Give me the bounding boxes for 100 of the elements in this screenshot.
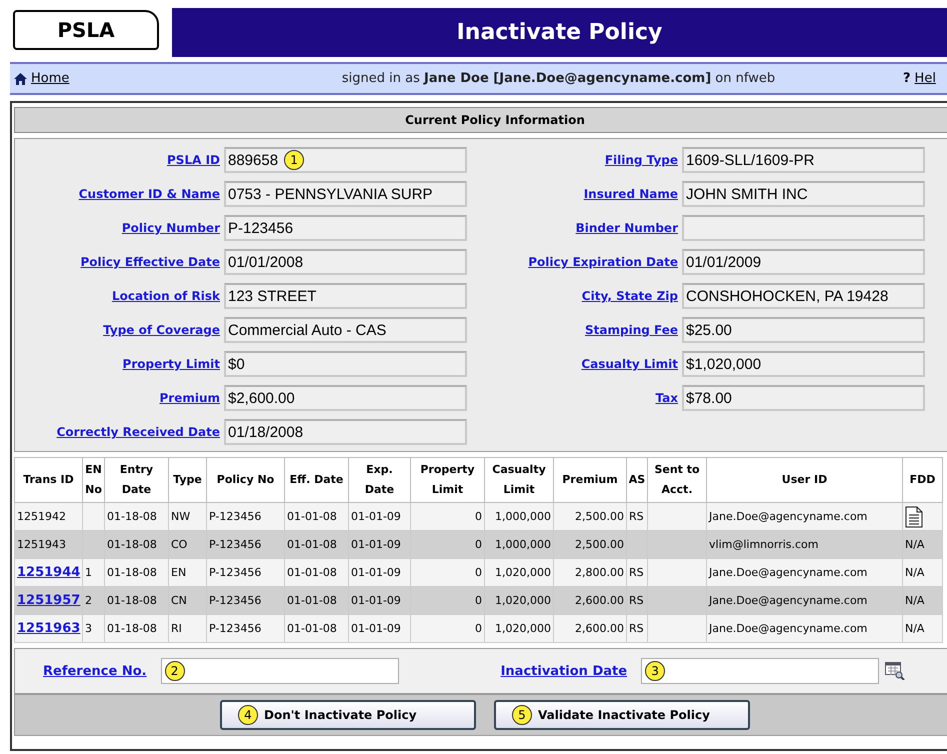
table-cell: N/A: [902, 558, 942, 586]
field-label-link[interactable]: Property Limit: [122, 357, 220, 371]
column-header: Property Limit: [410, 458, 484, 502]
column-header: FDD: [902, 458, 942, 502]
field-value: $78.00: [686, 390, 732, 406]
field-value: 01/18/2008: [228, 424, 304, 440]
reference-input[interactable]: 2: [160, 658, 399, 684]
field-label-link[interactable]: Policy Number: [122, 221, 220, 235]
field-value: 01/01/2008: [228, 254, 304, 270]
table-cell: Jane.Doe@agencyname.com: [706, 614, 902, 642]
table-cell: [82, 502, 104, 530]
trans-id-link[interactable]: 1251944: [17, 565, 80, 580]
table-cell: 01-01-09: [348, 558, 410, 586]
table-cell: 1,020,000: [484, 558, 554, 586]
table-cell: 01-01-08: [284, 530, 348, 558]
callout-badge: 2: [164, 661, 185, 681]
table-cell: 01-01-09: [348, 614, 410, 642]
field-label-link[interactable]: Type of Coverage: [103, 323, 220, 337]
field-label-link[interactable]: Binder Number: [576, 221, 678, 235]
table-cell: P-123456: [206, 586, 284, 614]
document-icon[interactable]: [905, 506, 923, 528]
inactivation-date-label-link[interactable]: Inactivation Date: [500, 664, 628, 678]
field-value: $0: [228, 356, 245, 372]
trans-id-link[interactable]: 1251957: [17, 593, 80, 608]
calendar-icon[interactable]: [885, 662, 906, 680]
table-cell: 1: [82, 558, 104, 586]
table-cell: 2,500.00: [554, 502, 626, 530]
inactivation-date-input[interactable]: 3: [641, 658, 880, 684]
field-label-link[interactable]: Insured Name: [584, 187, 678, 201]
field-value: Commercial Auto - CAS: [228, 322, 386, 338]
table-cell: CO: [168, 530, 206, 558]
home-link[interactable]: Home: [31, 71, 70, 86]
table-cell: RI: [168, 614, 206, 642]
field-label-link[interactable]: Casualty Limit: [581, 357, 678, 371]
table-cell: 2: [82, 586, 104, 614]
table-cell: 1,000,000: [484, 502, 554, 530]
home-icon: [14, 72, 27, 84]
column-header: AS: [626, 458, 648, 502]
field-label-link[interactable]: City, State Zip: [582, 289, 678, 303]
table-cell: 01-18-08: [104, 502, 168, 530]
table-cell: 01-01-09: [348, 586, 410, 614]
table-cell: 01-01-08: [284, 586, 348, 614]
table-cell: 0: [410, 586, 484, 614]
callout-badge: 3: [645, 661, 666, 681]
callout-badge: 5: [512, 705, 532, 725]
column-header: Trans ID: [14, 458, 82, 502]
table-cell: 2,500.00: [554, 530, 626, 558]
logo: PSLA: [13, 10, 159, 50]
field-label-link[interactable]: Location of Risk: [112, 289, 220, 303]
signed-in-text: signed in as Jane Doe [Jane.Doe@agencyname.com] on nfweb: [340, 71, 776, 86]
field-value: 0753 - PENNSYLVANIA SURP: [228, 186, 433, 202]
table-cell: Jane.Doe@agencyname.com: [706, 502, 902, 530]
column-header: Policy No: [206, 458, 284, 502]
field-label-link[interactable]: Tax: [656, 391, 678, 405]
column-header: Type: [168, 458, 206, 502]
field-label-link[interactable]: Customer ID & Name: [78, 187, 220, 201]
field-label-link[interactable]: Stamping Fee: [585, 323, 678, 337]
table-cell: [82, 530, 104, 558]
field-label-link[interactable]: Filing Type: [604, 153, 678, 167]
table-cell: N/A: [902, 530, 942, 558]
reference-label-link[interactable]: Reference No.: [43, 664, 147, 678]
table-cell: CN: [168, 586, 206, 614]
action-button[interactable]: 5 Validate Inactivate Policy: [494, 700, 750, 730]
page-title: Inactivate Policy: [456, 20, 662, 45]
column-header: Sent to Acct.: [648, 458, 706, 502]
field-label-link[interactable]: Correctly Received Date: [56, 425, 220, 439]
table-cell: RS: [626, 614, 648, 642]
field-label-link[interactable]: PSLA ID: [167, 153, 220, 167]
table-cell: 0: [410, 530, 484, 558]
column-header: Casualty Limit: [484, 458, 554, 502]
table-cell: 1,000,000: [484, 530, 554, 558]
callout-badge: 4: [238, 705, 258, 725]
table-cell: RS: [626, 502, 648, 530]
table-cell: [626, 530, 648, 558]
field-label-link[interactable]: Policy Effective Date: [80, 255, 220, 269]
help-icon: ?: [903, 71, 911, 86]
action-button[interactable]: 4 Don't Inactivate Policy: [220, 700, 476, 730]
table-cell: 01-18-08: [104, 530, 168, 558]
table-cell: 0: [410, 614, 484, 642]
table-cell: 01-18-08: [104, 586, 168, 614]
trans-id-link[interactable]: 1251963: [17, 621, 80, 636]
field-value: $25.00: [686, 322, 732, 338]
field-value: 889658: [228, 152, 278, 168]
column-header: Premium: [554, 458, 626, 502]
table-cell: N/A: [902, 614, 942, 642]
table-cell: 2,800.00: [554, 558, 626, 586]
table-cell: 01-18-08: [104, 558, 168, 586]
column-header: Eff. Date: [284, 458, 348, 502]
table-cell: EN: [168, 558, 206, 586]
table-cell: 0: [410, 502, 484, 530]
table-cell: 2,600.00: [554, 586, 626, 614]
field-value: P-123456: [228, 220, 294, 236]
table-cell: P-123456: [206, 558, 284, 586]
field-value: $2,600.00: [228, 390, 295, 406]
section-header: Current Policy Information: [14, 107, 947, 133]
help-link[interactable]: Hel: [914, 71, 936, 86]
field-label-link[interactable]: Policy Expiration Date: [528, 255, 678, 269]
field-value: CONSHOHOCKEN, PA 19428: [686, 288, 888, 304]
field-label-link[interactable]: Premium: [159, 391, 220, 405]
column-header: Entry Date: [104, 458, 168, 502]
